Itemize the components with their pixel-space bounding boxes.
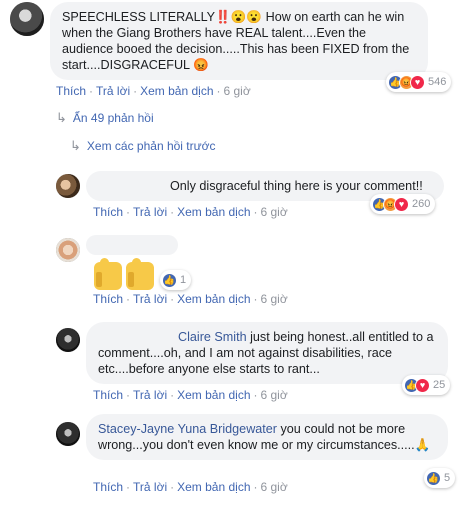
like-link[interactable]: Thích <box>93 205 123 219</box>
translate-link[interactable]: Xem bản dịch <box>177 292 250 306</box>
previous-replies-label: Xem các phản hồi trước <box>86 139 216 153</box>
thumbs-up-icon <box>94 258 122 290</box>
reaction-count: 25 <box>433 379 446 391</box>
reaction-count: 1 <box>180 274 187 286</box>
like-link[interactable]: Thích <box>93 388 123 402</box>
love-reaction-icon: ♥ <box>415 377 430 393</box>
reaction-summary[interactable]: 👍 1 <box>160 270 192 290</box>
like-link[interactable]: Thích <box>56 84 86 98</box>
timestamp[interactable]: 6 giờ <box>261 205 288 219</box>
reply-actions: Thích · Trả lời · Xem bản dịch · 6 giờ <box>93 292 288 306</box>
reply-link[interactable]: Trả lời <box>96 84 130 98</box>
timestamp[interactable]: 6 giờ <box>224 84 251 98</box>
reply-name-bubble <box>86 235 178 255</box>
reply-link[interactable]: Trả lời <box>133 388 167 402</box>
reaction-summary[interactable]: 👍 ♥ 25 <box>402 375 451 395</box>
avatar[interactable] <box>56 174 80 198</box>
reaction-count: 260 <box>412 198 431 210</box>
reply-bubble: Stacey-Jayne Yuna Bridgewater you could … <box>86 414 448 460</box>
like-reaction-icon: 👍 <box>162 272 177 288</box>
reply-link[interactable]: Trả lời <box>133 205 167 219</box>
translate-link[interactable]: Xem bản dịch <box>177 388 250 402</box>
corner-arrow-icon: ↳ <box>70 138 81 153</box>
reaction-summary[interactable]: 👍 😡 ♥ 260 <box>370 194 436 214</box>
timestamp[interactable]: 6 giờ <box>261 292 288 306</box>
like-reaction-icon: 👍 <box>426 470 441 486</box>
reaction-count: 5 <box>444 472 451 484</box>
love-reaction-icon: ♥ <box>410 74 425 90</box>
reply-actions: Thích · Trả lời · Xem bản dịch · 6 giờ <box>93 480 288 494</box>
reply-link[interactable]: Trả lời <box>133 292 167 306</box>
avatar[interactable] <box>10 2 44 36</box>
reaction-count: 546 <box>428 76 447 88</box>
thumbs-up-emoji <box>94 258 158 290</box>
like-link[interactable]: Thích <box>93 292 123 306</box>
love-reaction-icon: ♥ <box>394 196 409 212</box>
previous-replies-link[interactable]: ↳ Xem các phản hồi trước <box>70 138 216 154</box>
thumbs-up-icon <box>126 258 154 290</box>
reply-bubble: Claire Smith just being honest..all enti… <box>86 322 448 384</box>
mention-link[interactable]: Stacey-Jayne Yuna Bridgewater <box>98 422 277 436</box>
timestamp[interactable]: 6 giờ <box>261 480 288 494</box>
reaction-summary[interactable]: 👍 5 <box>424 468 456 488</box>
reply-actions: Thích · Trả lời · Xem bản dịch · 6 giờ <box>93 205 288 219</box>
hide-replies-label: Ẩn 49 phản hồi <box>72 111 154 125</box>
translate-link[interactable]: Xem bản dịch <box>177 205 250 219</box>
reply-link[interactable]: Trả lời <box>133 480 167 494</box>
mention-link[interactable]: Claire Smith <box>178 330 247 344</box>
corner-arrow-icon: ↳ <box>56 110 67 125</box>
avatar[interactable] <box>56 328 80 352</box>
translate-link[interactable]: Xem bản dịch <box>140 84 213 98</box>
translate-link[interactable]: Xem bản dịch <box>177 480 250 494</box>
reply-actions: Thích · Trả lời · Xem bản dịch · 6 giờ <box>93 388 288 402</box>
reply-text: Only disgraceful thing here is your comm… <box>170 179 423 193</box>
avatar[interactable] <box>56 422 80 446</box>
avatar[interactable] <box>56 238 80 262</box>
timestamp[interactable]: 6 giờ <box>261 388 288 402</box>
reaction-summary[interactable]: 👍 😡 ♥ 546 <box>386 72 452 92</box>
comment-bubble: SPEECHLESS LITERALLY‼️😮😮 How on earth ca… <box>50 2 428 80</box>
like-link[interactable]: Thích <box>93 480 123 494</box>
comment-actions: Thích · Trả lời · Xem bản dịch · 6 giờ <box>56 84 251 98</box>
hide-replies-link[interactable]: ↳ Ẩn 49 phản hồi <box>56 110 154 126</box>
comment-text: SPEECHLESS LITERALLY‼️😮😮 How on earth ca… <box>62 10 410 72</box>
